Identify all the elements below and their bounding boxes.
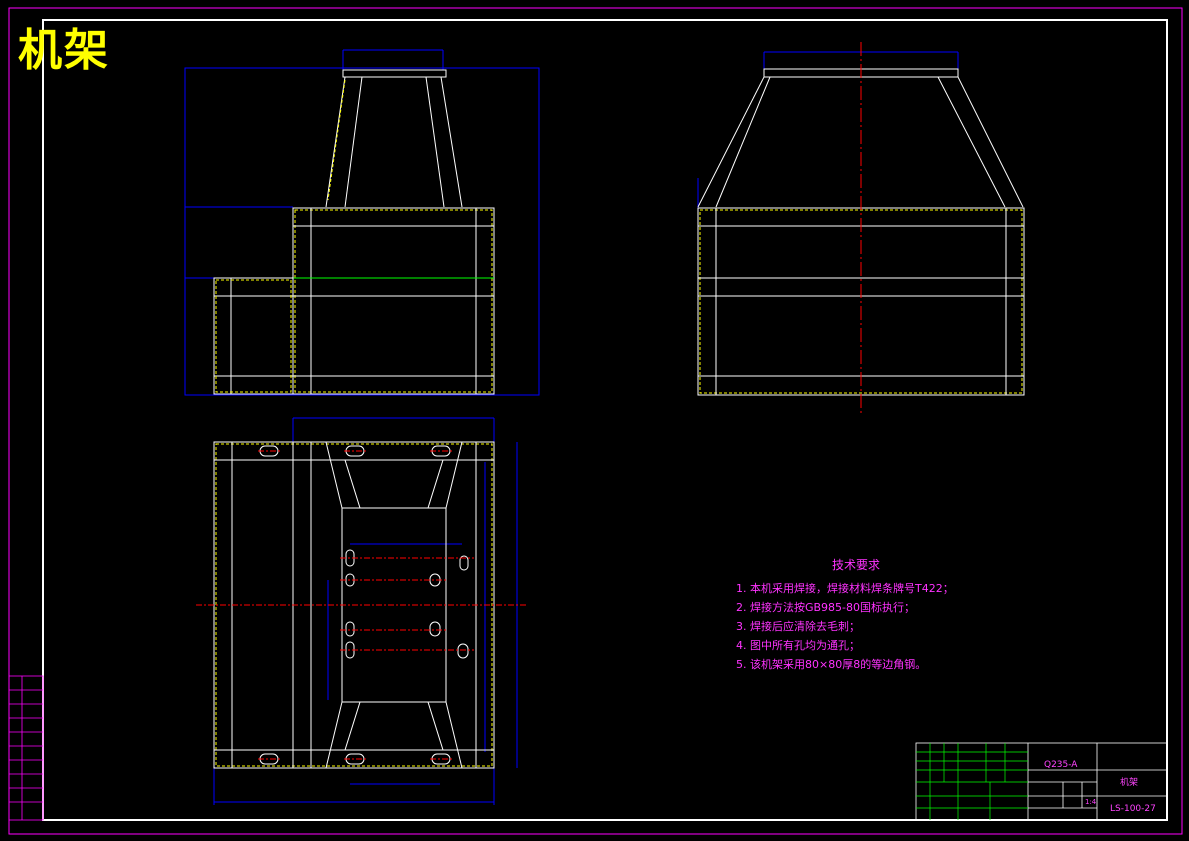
requirement-item: 4. 图中所有孔均为通孔； bbox=[736, 639, 860, 652]
requirement-item: 5. 该机架采用80×80厚8的等边角钢。 bbox=[736, 658, 927, 671]
requirement-item: 1. 本机采用焊接，焊接材料焊条牌号T422； bbox=[736, 582, 954, 595]
front-view-dimensions bbox=[184, 49, 540, 396]
revision-block bbox=[8, 675, 44, 821]
part-name-label: 机架 bbox=[1120, 778, 1139, 788]
front-view bbox=[184, 49, 540, 396]
drawing-border bbox=[42, 19, 1168, 821]
hole-centerlines bbox=[196, 450, 528, 760]
top-view-dimensions bbox=[213, 417, 518, 805]
requirement-item: 3. 焊接后应清除去毛刺； bbox=[736, 620, 860, 633]
top-view bbox=[196, 417, 528, 805]
technical-requirements: 技术要求 1. 本机采用焊接，焊接材料焊条牌号T422； 2. 焊接方法按GB9… bbox=[736, 556, 976, 674]
material-label: Q235-A bbox=[1044, 760, 1078, 770]
drawing-title: 机架 bbox=[18, 25, 110, 76]
drawing-number-label: LS-100-27 bbox=[1110, 804, 1156, 814]
scale-label: 1:4 bbox=[1085, 798, 1097, 806]
side-view bbox=[697, 42, 1025, 416]
engineering-drawing bbox=[8, 7, 1183, 835]
technical-requirements-heading: 技术要求 bbox=[831, 558, 880, 572]
requirement-item: 2. 焊接方法按GB985-80国标执行； bbox=[736, 601, 916, 614]
